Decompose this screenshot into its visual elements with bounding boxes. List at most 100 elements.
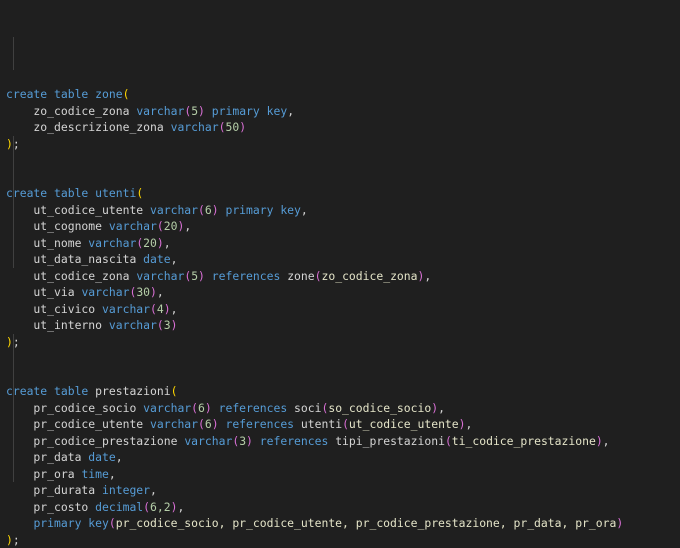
- code-token-kw: references: [219, 417, 301, 431]
- code-token-id: pr_codice_prestazione: [6, 434, 184, 448]
- code-token-p2: ): [171, 318, 178, 332]
- code-token-kw: references: [212, 401, 294, 415]
- code-token-id: pr_durata: [6, 483, 102, 497]
- code-token-kw: date: [88, 450, 115, 464]
- code-line: );: [6, 136, 623, 153]
- code-token-p1: ): [6, 137, 13, 151]
- code-line: pr_ora time,: [6, 466, 623, 483]
- code-token-p2: ): [246, 434, 253, 448]
- code-token-num: 6: [205, 417, 212, 431]
- code-token-kw: date: [143, 252, 170, 266]
- code-token-num: 20: [143, 236, 157, 250]
- code-line: create table prestazioni(: [6, 383, 623, 400]
- code-token-kw: decimal: [95, 500, 143, 514]
- code-token-pn: ,: [177, 500, 184, 514]
- code-token-p2: (: [157, 219, 164, 233]
- code-token-p2: ): [239, 120, 246, 134]
- code-token-num: 50: [225, 120, 239, 134]
- code-token-pn: ,: [603, 434, 610, 448]
- code-token-id: prestazioni: [95, 384, 170, 398]
- code-line: );: [6, 334, 623, 351]
- code-token-p2: ): [596, 434, 603, 448]
- code-token-id: pr_costo: [6, 500, 95, 514]
- code-token-id: utenti: [301, 417, 342, 431]
- code-line: ut_data_nascita date,: [6, 251, 623, 268]
- code-line: pr_costo decimal(6,2),: [6, 499, 623, 516]
- code-token-id: tipi_prestazioni: [335, 434, 445, 448]
- code-token-p2: (: [198, 417, 205, 431]
- code-token-kw: varchar: [184, 434, 232, 448]
- code-token-pn: ;: [13, 137, 20, 151]
- code-token-kw: primary key: [33, 516, 108, 530]
- code-token-p2: (: [315, 269, 322, 283]
- code-token-kw: primary key: [219, 203, 301, 217]
- code-token-id: ut_interno: [6, 318, 109, 332]
- code-token-p1: (: [123, 87, 130, 101]
- code-line: ut_cognome varchar(20),: [6, 218, 623, 235]
- code-token-kw: varchar: [150, 417, 198, 431]
- code-token-kw: integer: [102, 483, 150, 497]
- code-token-p1: (: [136, 186, 143, 200]
- code-token-kw: create table: [6, 87, 95, 101]
- code-token-arg: ti_codice_prestazione: [452, 434, 596, 448]
- code-token-p2: ): [616, 516, 623, 530]
- code-token-p2: (: [143, 500, 150, 514]
- code-token-kw: varchar: [136, 104, 184, 118]
- code-token-p2: ): [150, 285, 157, 299]
- code-token-num: 3: [164, 318, 171, 332]
- code-token-pn: ,: [466, 417, 473, 431]
- code-token-num: 20: [164, 219, 178, 233]
- code-line: [6, 169, 623, 186]
- code-token-pn: ,: [287, 104, 294, 118]
- code-token-pn: ,: [116, 450, 123, 464]
- code-token-p2: (: [342, 417, 349, 431]
- code-line: pr_data date,: [6, 449, 623, 466]
- code-token-pn: ;: [13, 533, 20, 547]
- code-token-id: pr_codice_socio: [6, 401, 143, 415]
- code-token-p2: ): [212, 203, 219, 217]
- code-token-id: ut_via: [6, 285, 81, 299]
- code-token-id: zo_descrizione_zona: [6, 120, 171, 134]
- code-token-id: pr_ora: [6, 467, 81, 481]
- code-token-arg: zo_codice_zona: [322, 269, 418, 283]
- code-token-num: 6: [198, 401, 205, 415]
- code-token-id: zo_codice_zona: [6, 104, 136, 118]
- code-token-p1: ): [6, 533, 13, 547]
- code-token-p2: (: [109, 516, 116, 530]
- code-token-kw: varchar: [81, 285, 129, 299]
- code-token-p2: (: [191, 401, 198, 415]
- code-token-p2: ): [459, 417, 466, 431]
- code-token-num: 6,2: [150, 500, 171, 514]
- code-token-pn: ,: [301, 203, 308, 217]
- code-token-pn: ,: [424, 269, 431, 283]
- code-token-p2: ): [157, 236, 164, 250]
- code-token-arg: pr_codice_socio, pr_codice_utente, pr_co…: [116, 516, 617, 530]
- code-token-pn: ,: [109, 467, 116, 481]
- code-token-pn: ,: [171, 252, 178, 266]
- code-line: ut_codice_utente varchar(6) primary key,: [6, 202, 623, 219]
- code-token-kw: zone: [95, 87, 122, 101]
- code-token-p2: (: [445, 434, 452, 448]
- code-token-pn: ,: [150, 483, 157, 497]
- code-token-p2: ): [205, 401, 212, 415]
- code-token-kw: create table: [6, 186, 95, 200]
- code-token-kw: varchar: [88, 236, 136, 250]
- code-token-pn: ,: [184, 219, 191, 233]
- code-line: create table zone(: [6, 86, 623, 103]
- code-token-p2: (: [157, 318, 164, 332]
- code-editor[interactable]: create table zone( zo_codice_zona varcha…: [6, 20, 623, 548]
- code-token-id: ut_data_nascita: [6, 252, 143, 266]
- code-token-p2: ): [171, 500, 178, 514]
- code-token-id: ut_civico: [6, 302, 102, 316]
- code-token-kw: varchar: [109, 219, 157, 233]
- code-line: ut_via varchar(30),: [6, 284, 623, 301]
- code-token-pn: ,: [164, 236, 171, 250]
- code-token-kw: references: [205, 269, 287, 283]
- code-token-p1: (: [171, 384, 178, 398]
- code-token-id: [6, 516, 33, 530]
- code-token-p1: ): [6, 335, 13, 349]
- indent-guide: [13, 37, 14, 70]
- code-token-kw: primary key: [205, 104, 287, 118]
- code-line: zo_descrizione_zona varchar(50): [6, 119, 623, 136]
- code-line: ut_nome varchar(20),: [6, 235, 623, 252]
